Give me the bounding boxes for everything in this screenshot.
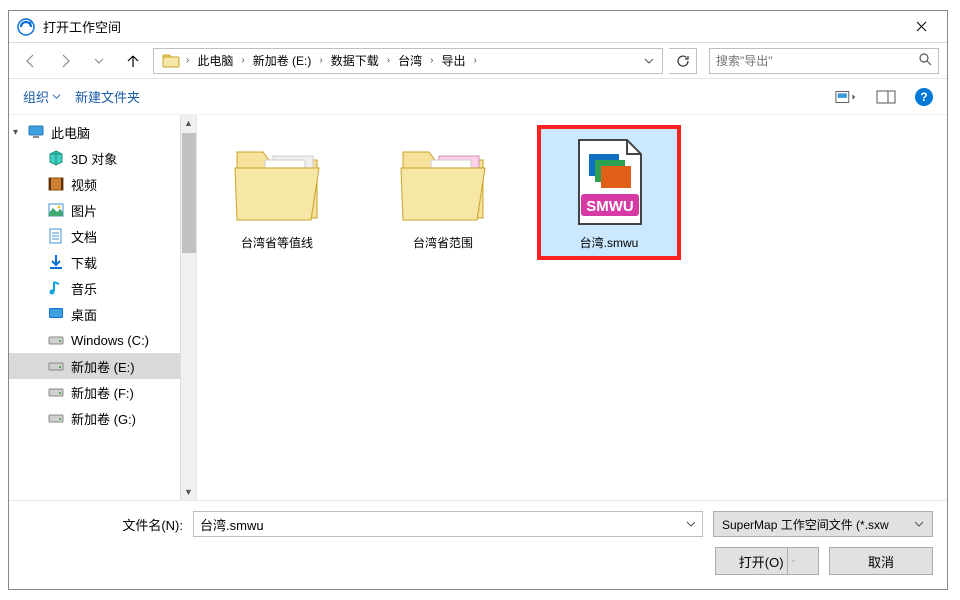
pictures-icon xyxy=(47,201,65,219)
tree-item[interactable]: 图片 xyxy=(9,197,196,223)
tree-item-label: 新加卷 (E:) xyxy=(71,357,135,376)
filename-input[interactable] xyxy=(200,517,686,532)
desktop-icon xyxy=(47,305,65,323)
file-name-label: 台湾省范围 xyxy=(378,234,508,251)
tree-item-label: 新加卷 (F:) xyxy=(71,383,134,402)
breadcrumb-item[interactable]: 数据下载 xyxy=(325,49,385,73)
svg-text:SMWU: SMWU xyxy=(586,198,634,215)
view-mode-button[interactable] xyxy=(835,88,857,106)
tree-item-label: 图片 xyxy=(71,201,97,220)
chevron-right-icon: › xyxy=(317,55,324,66)
titlebar: 打开工作空间 xyxy=(9,11,947,43)
preview-pane-button[interactable] xyxy=(875,88,897,106)
pc-icon xyxy=(27,123,45,141)
tree-item-label: 3D 对象 xyxy=(71,149,117,168)
nav-row: › 此电脑 › 新加卷 (E:) › 数据下载 › 台湾 › 导出 › xyxy=(9,43,947,79)
chevron-down-icon xyxy=(787,548,795,574)
chevron-right-icon: › xyxy=(239,55,246,66)
tree-item-label: 新加卷 (G:) xyxy=(71,409,136,428)
folder-tile[interactable]: 台湾省范围 xyxy=(373,127,513,258)
tree-item[interactable]: 新加卷 (G:) xyxy=(9,405,196,431)
close-button[interactable] xyxy=(899,12,943,42)
search-box[interactable] xyxy=(709,48,939,74)
tree-item-label: 文档 xyxy=(71,227,97,246)
file-thumbnail: SMWU xyxy=(561,134,657,230)
filename-label: 文件名(N): xyxy=(23,515,183,534)
window-title: 打开工作空间 xyxy=(43,17,899,36)
docs-icon xyxy=(47,227,65,245)
refresh-button[interactable] xyxy=(669,48,697,74)
up-button[interactable] xyxy=(119,47,147,75)
drive-icon xyxy=(47,409,65,427)
3d-icon xyxy=(47,149,65,167)
chevron-right-icon: › xyxy=(385,55,392,66)
file-tile[interactable]: SMWU 台湾.smwu xyxy=(539,127,679,258)
file-name-label: 台湾.smwu xyxy=(544,234,674,251)
chevron-right-icon: › xyxy=(428,55,435,66)
filetype-combo[interactable]: SuperMap 工作空间文件 (*.sxw xyxy=(713,511,933,537)
folder-icon xyxy=(162,52,180,70)
address-dropdown[interactable] xyxy=(638,49,658,73)
file-thumbnail xyxy=(395,134,491,230)
folder-tile[interactable]: A 台湾省等值线 xyxy=(207,127,347,258)
video-icon xyxy=(47,175,65,193)
footer: 文件名(N): SuperMap 工作空间文件 (*.sxw 打开(O) 取消 xyxy=(9,500,947,589)
tree-item-label: 音乐 xyxy=(71,279,97,298)
tree-item[interactable]: 视频 xyxy=(9,171,196,197)
drive-icon xyxy=(47,357,65,375)
file-name-label: 台湾省等值线 xyxy=(212,234,342,251)
address-bar[interactable]: › 此电脑 › 新加卷 (E:) › 数据下载 › 台湾 › 导出 › xyxy=(153,48,663,74)
tree-item-label: 视频 xyxy=(71,175,97,194)
downloads-icon xyxy=(47,253,65,271)
app-icon xyxy=(17,18,35,36)
breadcrumb-item[interactable]: 台湾 xyxy=(392,49,428,73)
filename-input-combo[interactable] xyxy=(193,511,703,537)
tree-item[interactable]: 音乐 xyxy=(9,275,196,301)
drive-icon xyxy=(47,331,65,349)
file-thumbnail: A xyxy=(229,134,325,230)
tree-item-label: 桌面 xyxy=(71,305,97,324)
search-input[interactable] xyxy=(716,54,918,68)
drive-icon xyxy=(47,383,65,401)
tree-item[interactable]: 新加卷 (E:) xyxy=(9,353,196,379)
help-button[interactable]: ? xyxy=(915,88,933,106)
toolbar: 组织 新建文件夹 ? xyxy=(9,79,947,115)
new-folder-button[interactable]: 新建文件夹 xyxy=(75,87,140,106)
cancel-button[interactable]: 取消 xyxy=(829,547,933,575)
search-icon xyxy=(918,52,932,69)
organize-menu[interactable]: 组织 xyxy=(23,87,61,106)
chevron-right-icon: › xyxy=(184,55,191,66)
music-icon xyxy=(47,279,65,297)
recent-dropdown[interactable] xyxy=(85,47,113,75)
open-workspace-dialog: 打开工作空间 › 此电脑 › 新加卷 (E:) › 数据下载 › 台湾 › 导出… xyxy=(8,10,948,590)
nav-tree: ▾此电脑 3D 对象视频图片文档下载音乐桌面 Windows (C:) 新加卷 (E:… xyxy=(9,115,197,500)
scrollbar[interactable]: ▲▼ xyxy=(180,115,196,500)
forward-button[interactable] xyxy=(51,47,79,75)
chevron-down-icon xyxy=(914,519,924,529)
tree-item-label: 此电脑 xyxy=(51,123,90,142)
tree-item-label: Windows (C:) xyxy=(71,333,149,348)
tree-item[interactable]: 3D 对象 xyxy=(9,145,196,171)
open-button[interactable]: 打开(O) xyxy=(715,547,819,575)
breadcrumb-item[interactable]: 导出 xyxy=(435,49,471,73)
chevron-right-icon: › xyxy=(471,55,478,66)
tree-item[interactable]: 新加卷 (F:) xyxy=(9,379,196,405)
tree-item[interactable]: 文档 xyxy=(9,223,196,249)
tree-item[interactable]: 下载 xyxy=(9,249,196,275)
breadcrumb-item[interactable]: 此电脑 xyxy=(191,49,239,73)
file-list[interactable]: A 台湾省等值线 台湾省范围 SMWU 台湾.smwu xyxy=(197,115,947,500)
tree-item[interactable]: Windows (C:) xyxy=(9,327,196,353)
chevron-down-icon[interactable] xyxy=(686,519,696,529)
scrollbar-thumb[interactable] xyxy=(182,133,196,253)
back-button[interactable] xyxy=(17,47,45,75)
tree-item-label: 下载 xyxy=(71,253,97,272)
tree-item[interactable]: 桌面 xyxy=(9,301,196,327)
dialog-body: ▾此电脑 3D 对象视频图片文档下载音乐桌面 Windows (C:) 新加卷 (E:… xyxy=(9,115,947,500)
breadcrumb-item[interactable]: 新加卷 (E:) xyxy=(247,49,318,73)
tree-item[interactable]: ▾此电脑 xyxy=(9,119,196,145)
